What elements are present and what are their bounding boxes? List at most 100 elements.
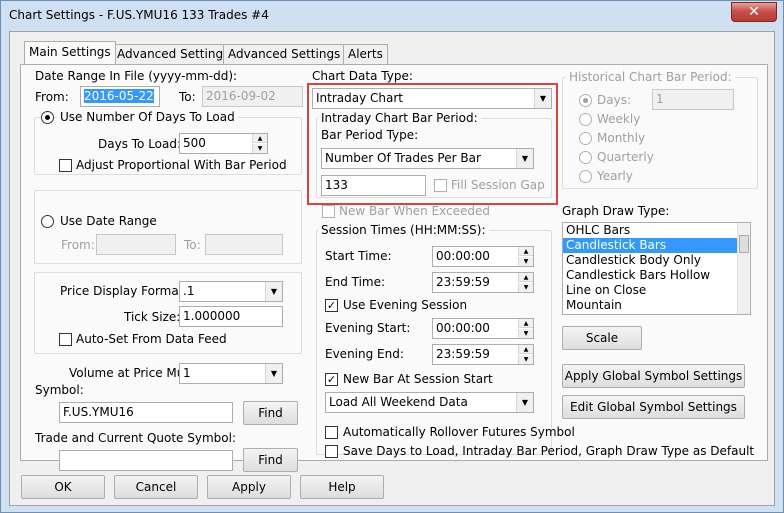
tab-advanced-settings[interactable]: Advanced Settings bbox=[112, 44, 235, 64]
help-button[interactable]: Help bbox=[300, 475, 384, 499]
tab-alerts[interactable]: Alerts bbox=[343, 44, 388, 64]
chevron-down-icon: ▼ bbox=[516, 149, 533, 168]
scroll-thumb[interactable] bbox=[739, 235, 749, 253]
graph-draw-type-list[interactable]: OHLC Bars Candlestick Bars Candlestick B… bbox=[562, 222, 751, 315]
spin-up-icon[interactable]: ▲ bbox=[518, 273, 533, 282]
symbol-label: Symbol: bbox=[35, 383, 84, 397]
new-bar-session-start-checkbox[interactable]: ✓ bbox=[325, 373, 338, 386]
graph-draw-type-label: Graph Draw Type: bbox=[562, 204, 670, 218]
chart-settings-window: Chart Settings - F.US.YMU16 133 Trades #… bbox=[0, 0, 784, 513]
symbol-field[interactable]: F.US.YMU16 bbox=[59, 402, 233, 423]
spin-down-icon[interactable]: ▼ bbox=[518, 329, 533, 338]
list-scrollbar[interactable] bbox=[737, 223, 750, 314]
save-default-label: Save Days to Load, Intraday Bar Period, … bbox=[343, 444, 755, 458]
hist-days-radio[interactable] bbox=[579, 94, 592, 107]
symbol-find-button[interactable]: Find bbox=[243, 401, 298, 425]
hist-weekly-label: Weekly bbox=[597, 112, 641, 126]
date-to-field[interactable]: 2016-09-02 bbox=[202, 86, 303, 107]
list-item[interactable]: OHLC Bars bbox=[563, 223, 750, 238]
list-item[interactable]: Candlestick Bars bbox=[563, 238, 750, 253]
tick-size-label: Tick Size: bbox=[124, 310, 181, 324]
hist-monthly-radio[interactable] bbox=[579, 132, 592, 145]
trade-symbol-label: Trade and Current Quote Symbol: bbox=[35, 431, 236, 445]
evening-start-stepper[interactable]: 00:00:00 ▲ ▼ bbox=[432, 318, 534, 339]
chevron-down-icon: ▼ bbox=[265, 282, 282, 301]
spin-up-icon[interactable]: ▲ bbox=[252, 134, 267, 143]
start-time-stepper[interactable]: 00:00:00 ▲ ▼ bbox=[432, 246, 534, 267]
weekend-data-select[interactable]: Load All Weekend Data ▼ bbox=[325, 392, 534, 413]
new-bar-exceeded-checkbox[interactable] bbox=[322, 205, 335, 218]
price-format-label: Price Display Format: bbox=[60, 284, 188, 298]
use-date-range-label: Use Date Range bbox=[57, 214, 160, 228]
chart-data-type-select[interactable]: Intraday Chart ▼ bbox=[312, 88, 552, 109]
apply-button[interactable]: Apply bbox=[207, 475, 291, 499]
volume-mult-select[interactable]: 1 ▼ bbox=[179, 363, 283, 384]
spin-up-icon[interactable]: ▲ bbox=[518, 345, 533, 354]
edit-global-symbol-settings-button[interactable]: Edit Global Symbol Settings bbox=[562, 395, 745, 419]
spin-down-icon[interactable]: ▼ bbox=[518, 283, 533, 292]
auto-rollover-checkbox[interactable] bbox=[325, 426, 338, 439]
trade-symbol-field[interactable] bbox=[59, 450, 233, 471]
chevron-down-icon: ▼ bbox=[534, 89, 551, 108]
chevron-down-icon: ▼ bbox=[516, 393, 533, 412]
spin-up-icon[interactable]: ▲ bbox=[518, 247, 533, 256]
adjust-proportional-label: Adjust Proportional With Bar Period bbox=[76, 158, 287, 172]
hist-days-label: Days: bbox=[597, 93, 631, 107]
bar-period-type-label: Bar Period Type: bbox=[321, 128, 419, 142]
range-to-label: To: bbox=[184, 238, 201, 252]
tick-size-field[interactable]: 1.000000 bbox=[179, 306, 283, 327]
intraday-period-label: Intraday Chart Bar Period: bbox=[318, 111, 481, 125]
tab-main-settings[interactable]: Main Settings bbox=[24, 41, 116, 64]
date-from-field[interactable]: 2016-05-22 bbox=[80, 86, 160, 107]
cancel-button[interactable]: Cancel bbox=[114, 475, 198, 499]
range-to-field[interactable] bbox=[205, 234, 283, 255]
spin-down-icon[interactable]: ▼ bbox=[252, 144, 267, 153]
hist-quarterly-label: Quarterly bbox=[597, 150, 654, 164]
list-item[interactable]: Candlestick Body Only bbox=[563, 253, 750, 268]
adjust-proportional-checkbox[interactable] bbox=[59, 159, 72, 172]
main-settings-panel: Date Range In File (yyyy-mm-dd): From: 2… bbox=[20, 64, 768, 472]
scale-button[interactable]: Scale bbox=[562, 326, 642, 350]
price-format-select[interactable]: .1 ▼ bbox=[179, 281, 283, 302]
fill-session-gap-checkbox[interactable] bbox=[434, 179, 447, 192]
new-bar-exceeded-label: New Bar When Exceeded bbox=[339, 204, 491, 218]
hist-quarterly-radio[interactable] bbox=[579, 151, 592, 164]
spin-down-icon[interactable]: ▼ bbox=[518, 355, 533, 364]
hist-yearly-label: Yearly bbox=[597, 169, 633, 183]
apply-global-symbol-settings-button[interactable]: Apply Global Symbol Settings bbox=[562, 364, 745, 388]
list-item[interactable]: Candlestick Bars Hollow bbox=[563, 268, 750, 283]
hist-days-field[interactable]: 1 bbox=[652, 89, 734, 110]
window-title: Chart Settings - F.US.YMU16 133 Trades #… bbox=[9, 8, 269, 22]
range-from-field[interactable] bbox=[96, 234, 176, 255]
evening-end-label: Evening End: bbox=[325, 347, 404, 361]
days-to-load-label: Days To Load: bbox=[98, 137, 182, 151]
days-to-load-value: 500 bbox=[183, 136, 206, 150]
end-time-stepper[interactable]: 23:59:59 ▲ ▼ bbox=[432, 272, 534, 293]
list-item[interactable]: Mountain bbox=[563, 298, 750, 313]
auto-set-checkbox[interactable] bbox=[59, 333, 72, 346]
evening-end-stepper[interactable]: 23:59:59 ▲ ▼ bbox=[432, 344, 534, 365]
title-bar[interactable]: Chart Settings - F.US.YMU16 133 Trades #… bbox=[1, 1, 783, 31]
bar-period-type-select[interactable]: Number Of Trades Per Bar ▼ bbox=[321, 148, 534, 169]
use-date-range-radio[interactable] bbox=[41, 215, 54, 228]
bar-period-value-field[interactable]: 133 bbox=[321, 175, 426, 196]
save-default-checkbox[interactable] bbox=[325, 445, 338, 458]
ok-button[interactable]: OK bbox=[21, 475, 105, 499]
hist-monthly-label: Monthly bbox=[597, 131, 646, 145]
list-item[interactable]: Line on Close bbox=[563, 283, 750, 298]
trade-symbol-find-button[interactable]: Find bbox=[243, 448, 298, 472]
spin-down-icon[interactable]: ▼ bbox=[518, 257, 533, 266]
close-button[interactable]: ✕ bbox=[731, 2, 777, 22]
use-days-radio[interactable] bbox=[41, 111, 54, 124]
use-evening-session-checkbox[interactable]: ✓ bbox=[325, 299, 338, 312]
days-to-load-stepper[interactable]: 500 ▲ ▼ bbox=[179, 133, 268, 154]
evening-start-label: Evening Start: bbox=[325, 321, 411, 335]
to-label: To: bbox=[179, 90, 196, 104]
dialog-client: Main Settings Advanced Settings Advanced… bbox=[9, 31, 775, 506]
use-days-label: Use Number Of Days To Load bbox=[57, 110, 238, 124]
spin-up-icon[interactable]: ▲ bbox=[518, 319, 533, 328]
range-from-label: From: bbox=[61, 238, 95, 252]
hist-weekly-radio[interactable] bbox=[579, 113, 592, 126]
hist-yearly-radio[interactable] bbox=[579, 170, 592, 183]
tab-advanced-settings-2[interactable]: Advanced Settings 2 bbox=[223, 44, 357, 64]
